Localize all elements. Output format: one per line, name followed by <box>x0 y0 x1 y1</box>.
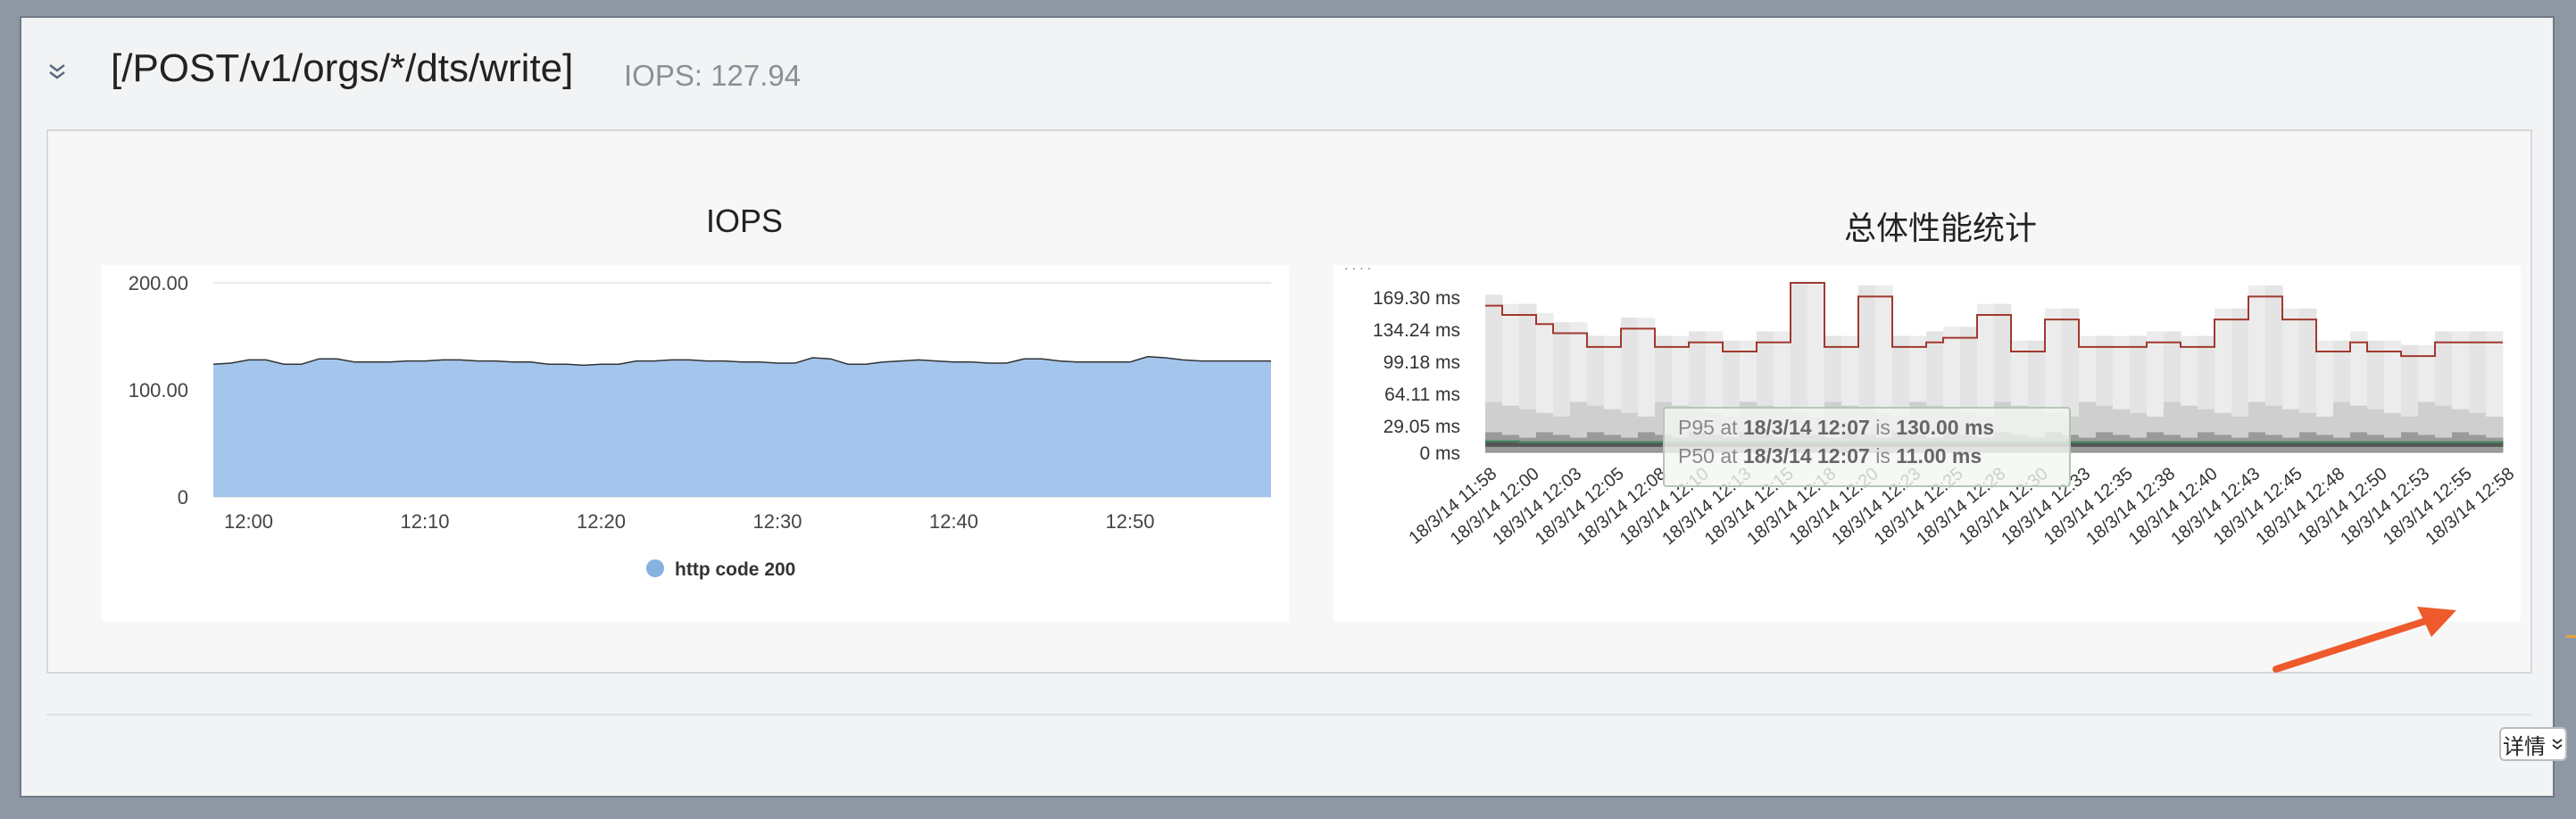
tooltip-time: 18/3/14 12:07 <box>1743 416 1870 439</box>
details-button-label: 详情 <box>2503 733 2546 759</box>
iops-summary: IOPS: 127.94 <box>624 59 802 92</box>
iops-chart-title: IOPS <box>705 203 784 239</box>
y-tick-label: 0 <box>178 486 188 509</box>
top-dots: · · · · <box>1344 265 1371 275</box>
y-tick-label: 100.00 <box>129 379 188 401</box>
perf-chart-svg: · · · · 169.30 ms 134.24 ms 99.18 ms 64.11 m… <box>1344 261 2518 549</box>
x-tick-label: 12:30 <box>752 510 802 533</box>
x-tick-label: 12:10 <box>400 510 449 533</box>
y-tick-label: 29.05 ms <box>1384 417 1460 437</box>
chevron-down-icon <box>2552 739 2563 750</box>
lower-divider <box>46 714 2532 716</box>
y-tick-label: 200.00 <box>129 272 188 294</box>
tooltip-time: 18/3/14 12:07 <box>1743 444 1870 467</box>
x-tick-label: 12:20 <box>577 510 626 533</box>
charts-container: IOPS 总体性能统计 200.00 100.00 0 12:00 12:10 12:20… <box>46 129 2567 761</box>
collapse-chevron-icon[interactable] <box>46 61 68 82</box>
panel-header: [/POST/v1/orgs/*/dts/write] IOPS: 127.94… <box>21 27 2567 761</box>
iops-chart: 200.00 100.00 0 12:00 12:10 12:20 12:30 12:40 12… <box>102 265 1289 622</box>
chart-tooltip: P95 at 18/3/14 12:07 is 130.00 ms P50 at … <box>1663 407 2071 487</box>
tooltip-value: 11.00 ms <box>1896 444 1982 467</box>
tooltip-line: P50 at 18/3/14 12:07 is 11.00 ms <box>1678 444 1982 467</box>
tooltip-line: P95 at 18/3/14 12:07 is 130.00 ms <box>1678 416 1994 439</box>
annotation-arrow-icon <box>2273 607 2456 673</box>
perf-chart-title: 总体性能统计 <box>1843 210 2037 246</box>
tooltip-is: is <box>1870 444 1896 467</box>
tooltip-series: P95 at <box>1678 416 1743 439</box>
iops-series-area <box>213 356 1271 497</box>
tooltip-is: is <box>1870 416 1896 439</box>
y-tick-label: 0 ms <box>1419 443 1460 464</box>
details-button[interactable]: 详情 <box>2499 727 2567 761</box>
edge-mark <box>2566 635 2576 638</box>
legend-label: http code 200 <box>675 559 795 580</box>
y-tick-label: 134.24 ms <box>1373 320 1460 341</box>
panel-title: [/POST/v1/orgs/*/dts/write] <box>111 46 574 90</box>
legend-dot-icon <box>646 559 664 577</box>
y-tick-label: 169.30 ms <box>1373 288 1460 309</box>
x-tick-label: 12:40 <box>929 510 978 533</box>
iops-chart-svg: 200.00 100.00 0 12:00 12:10 12:20 12:30 12:40 12… <box>129 272 1271 580</box>
tooltip-series: P50 at <box>1678 444 1743 467</box>
x-tick-label: 12:00 <box>224 510 273 533</box>
y-tick-label: 99.18 ms <box>1384 352 1460 373</box>
tooltip-value: 130.00 ms <box>1896 416 1994 439</box>
x-tick-label: 12:50 <box>1105 510 1154 533</box>
perf-heatmap-chart: · · · · 169.30 ms 134.24 ms 99.18 ms 64.11 m… <box>1334 261 2521 622</box>
y-tick-label: 64.11 ms <box>1384 385 1460 405</box>
